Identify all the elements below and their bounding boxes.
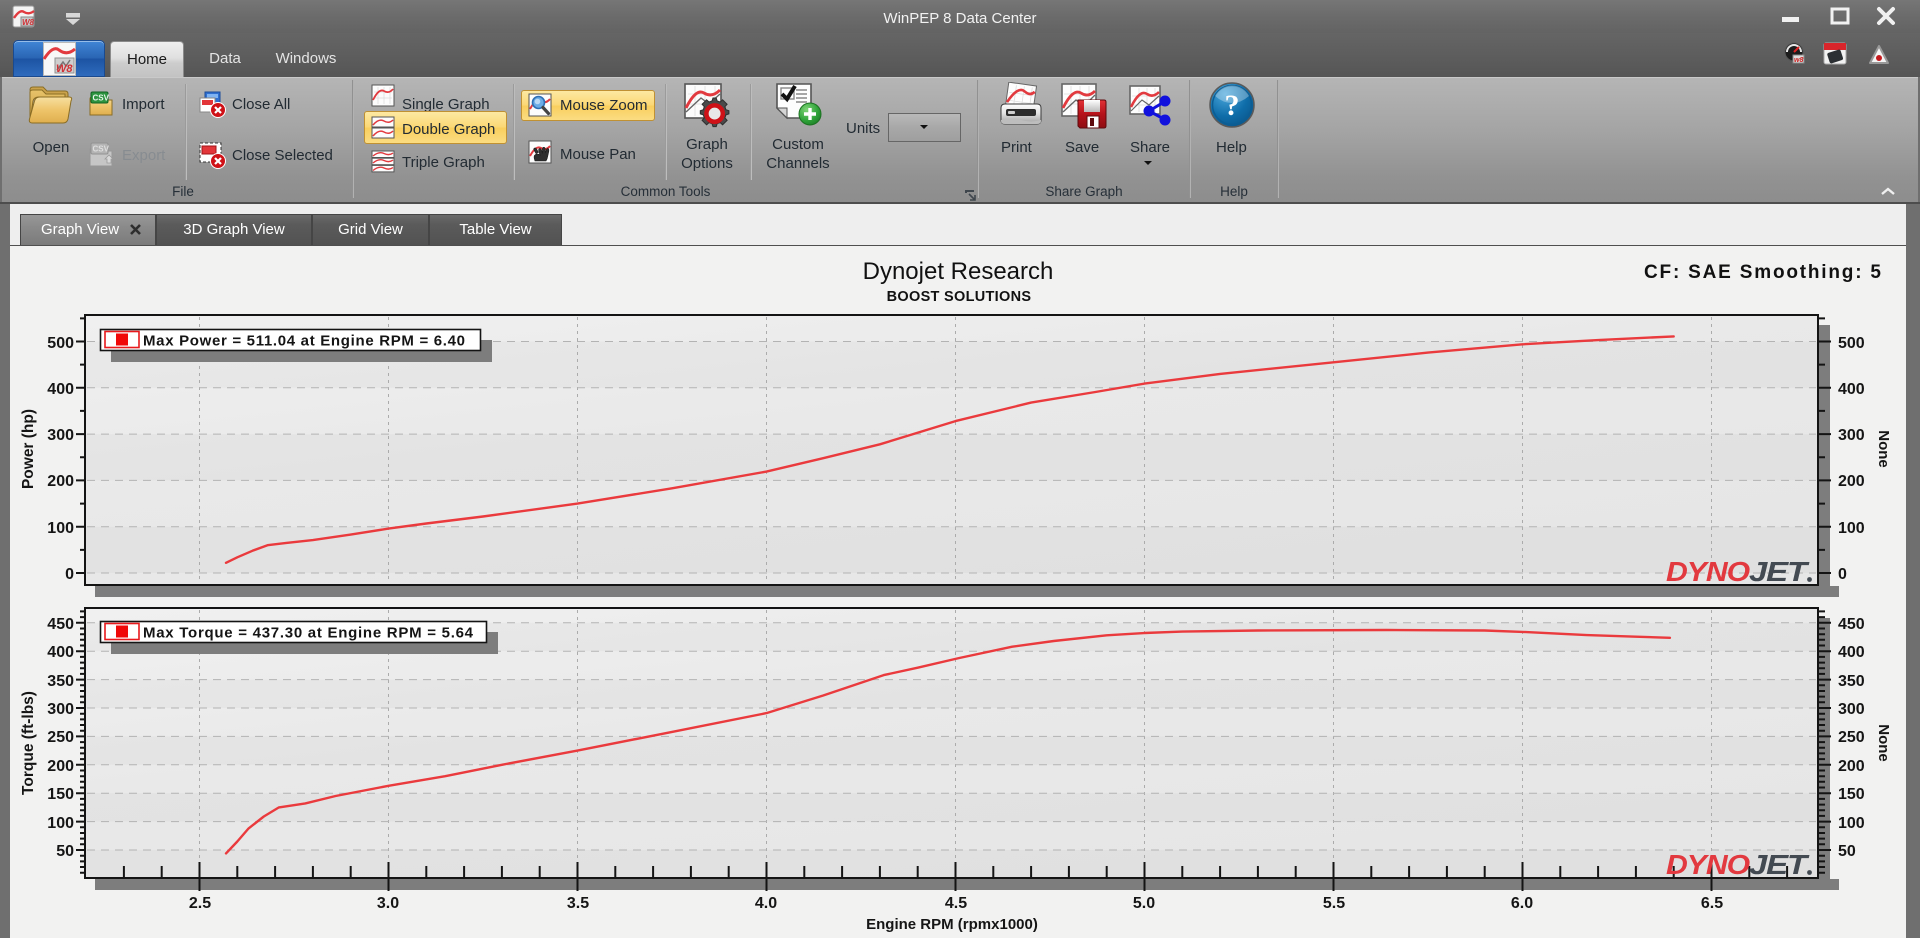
- svg-text:JET: JET: [1749, 556, 1811, 587]
- svg-text:300: 300: [47, 427, 74, 444]
- svg-text:100: 100: [47, 520, 74, 537]
- svg-text:100: 100: [1838, 520, 1865, 537]
- svg-text:200: 200: [1838, 758, 1865, 775]
- svg-text:CSV: CSV: [93, 94, 110, 103]
- svg-text:3.0: 3.0: [377, 895, 399, 912]
- svg-text:BOOST SOLUTIONS: BOOST SOLUTIONS: [887, 289, 1032, 305]
- svg-text:400: 400: [1838, 381, 1865, 398]
- svg-text:None: None: [1875, 724, 1892, 762]
- svg-text:JET: JET: [1749, 849, 1811, 880]
- svg-text:500: 500: [47, 335, 74, 352]
- svg-text:w8: w8: [1794, 57, 1803, 64]
- svg-text:6.5: 6.5: [1701, 895, 1723, 912]
- svg-text:500: 500: [1838, 335, 1865, 352]
- svg-text:400: 400: [1838, 644, 1865, 661]
- svg-text:450: 450: [47, 616, 74, 633]
- svg-text:Power (hp): Power (hp): [20, 409, 37, 489]
- svg-text:6.0: 6.0: [1511, 895, 1533, 912]
- svg-text:CF: SAE Smoothing: 5: CF: SAE Smoothing: 5: [1644, 262, 1881, 283]
- svg-text:CSV: CSV: [93, 145, 110, 154]
- svg-text:5.0: 5.0: [1133, 895, 1155, 912]
- svg-text:4.5: 4.5: [945, 895, 967, 912]
- svg-text:450: 450: [1838, 616, 1865, 633]
- svg-text:Dynojet Research: Dynojet Research: [863, 258, 1054, 285]
- svg-text:Engine RPM (rpmx1000): Engine RPM (rpmx1000): [866, 916, 1038, 933]
- svg-text:0: 0: [1838, 566, 1847, 583]
- svg-text:400: 400: [47, 644, 74, 661]
- svg-text:200: 200: [47, 758, 74, 775]
- svg-text:DYNO: DYNO: [1666, 849, 1750, 880]
- svg-text:0: 0: [65, 566, 74, 583]
- svg-text:W8: W8: [56, 63, 73, 75]
- svg-text:100: 100: [1838, 815, 1865, 832]
- svg-text:150: 150: [1838, 786, 1865, 803]
- svg-text:350: 350: [47, 673, 74, 690]
- svg-text:?: ?: [1225, 89, 1240, 122]
- svg-text:Max Power = 511.04 at Engine R: Max Power = 511.04 at Engine RPM = 6.40: [143, 333, 465, 350]
- svg-text:150: 150: [47, 786, 74, 803]
- svg-text:W8: W8: [22, 18, 35, 27]
- svg-text:50: 50: [56, 843, 74, 860]
- svg-text:50: 50: [1838, 843, 1856, 860]
- svg-text:4.0: 4.0: [755, 895, 777, 912]
- svg-text:250: 250: [1838, 729, 1865, 746]
- svg-text:2.5: 2.5: [189, 895, 211, 912]
- svg-text:5.5: 5.5: [1323, 895, 1345, 912]
- svg-text:3.5: 3.5: [567, 895, 589, 912]
- svg-text:400: 400: [47, 381, 74, 398]
- svg-text:200: 200: [47, 473, 74, 490]
- svg-text:300: 300: [1838, 701, 1865, 718]
- svg-text:300: 300: [47, 701, 74, 718]
- svg-text:Max Torque = 437.30 at Engine: Max Torque = 437.30 at Engine RPM = 5.64: [143, 625, 474, 642]
- svg-text:250: 250: [47, 729, 74, 746]
- svg-text:None: None: [1875, 430, 1892, 468]
- svg-text:200: 200: [1838, 473, 1865, 490]
- svg-text:300: 300: [1838, 427, 1865, 444]
- svg-text:Torque (ft-lbs): Torque (ft-lbs): [20, 691, 37, 795]
- svg-text:350: 350: [1838, 673, 1865, 690]
- svg-text:DYNO: DYNO: [1666, 556, 1750, 587]
- svg-text:100: 100: [47, 815, 74, 832]
